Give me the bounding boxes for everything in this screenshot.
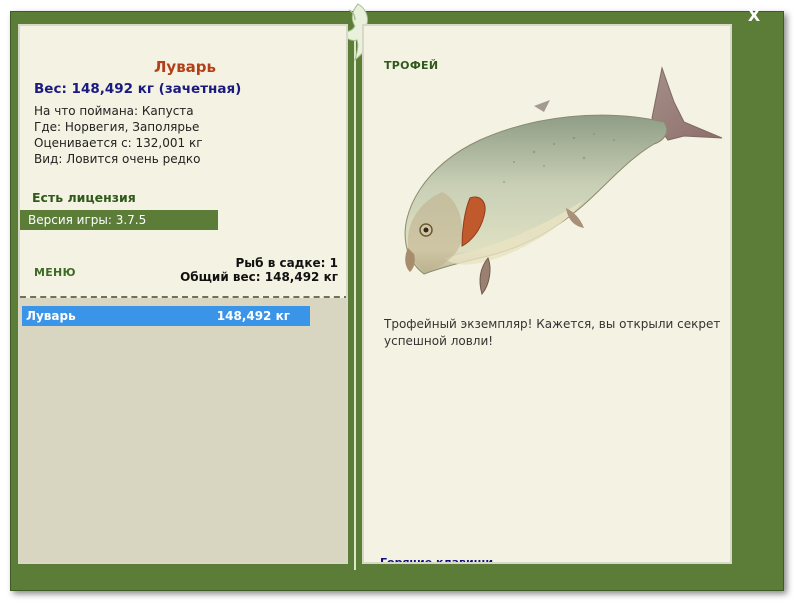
hotkeys-link[interactable]: Горячие клавиши xyxy=(380,556,493,562)
close-icon[interactable]: X xyxy=(748,6,760,25)
catch-list[interactable]: Луварь 148,492 кг xyxy=(20,298,346,562)
luvar-fish-image xyxy=(404,66,723,296)
keepnet-total-weight: Общий вес: 148,492 кг xyxy=(180,270,338,284)
trophy-description: Трофейный экземпляр! Кажется, вы открыли… xyxy=(384,317,721,348)
close-button[interactable]: X xyxy=(744,6,764,26)
trophy-panel: ТРОФЕЙ Трофейный экземпляр! Кажется, вы … xyxy=(362,24,732,564)
detail-bait: На что поймана: Капуста xyxy=(34,104,194,118)
catch-item-name: Луварь xyxy=(26,309,76,323)
detail-rating: Оценивается с: 132,001 кг xyxy=(34,136,203,150)
fish-info-panel: Луварь Вес: 148,492 кг (зачетная) На что… xyxy=(18,24,348,564)
fish-name: Луварь xyxy=(153,58,217,76)
detail-location: Где: Норвегия, Заполярье xyxy=(34,120,200,134)
fish-weight: Вес: 148,492 кг (зачетная) xyxy=(34,81,242,97)
catch-list-item-selected[interactable]: Луварь 148,492 кг xyxy=(22,306,310,326)
catch-item-weight: 148,492 кг xyxy=(216,309,290,323)
panel-divider xyxy=(354,20,356,570)
license-status: Есть лицензия xyxy=(32,190,136,205)
menu-button[interactable]: МЕНЮ xyxy=(34,266,76,279)
version-bar: Версия игры: 3.7.5 xyxy=(20,210,218,230)
detail-rarity: Вид: Ловится очень редко xyxy=(34,152,201,166)
keepnet-count: Рыб в садке: 1 xyxy=(235,256,339,270)
